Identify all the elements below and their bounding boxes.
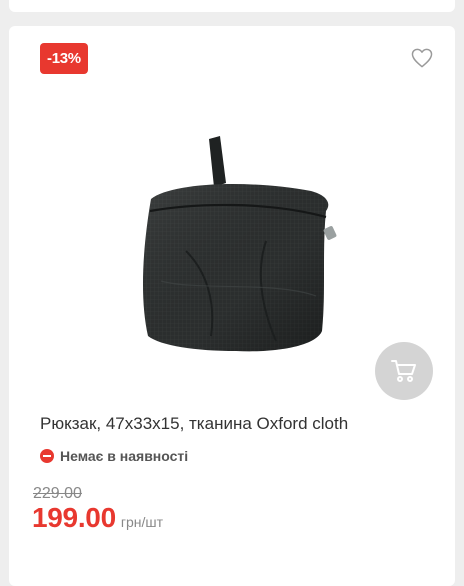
product-title[interactable]: Рюкзак, 47х33х15, тканина Oxford cloth — [40, 414, 348, 434]
stock-status-label: Немає в наявності — [60, 448, 189, 464]
stock-status: Немає в наявності — [40, 448, 188, 464]
price-row: 199.00 грн/шт — [32, 502, 163, 534]
price-unit: грн/шт — [120, 514, 164, 530]
old-price: 229.00 — [33, 485, 82, 502]
current-price: 199.00 — [32, 502, 116, 533]
heart-icon — [411, 48, 433, 68]
cart-icon — [391, 360, 416, 382]
previous-product-card — [9, 0, 455, 12]
product-card[interactable]: -13% Рюкзак, 47х33х15, тканина Oxford cl… — [9, 26, 455, 586]
add-to-cart-button[interactable] — [375, 342, 433, 400]
minus-circle-icon — [40, 449, 54, 463]
favorite-button[interactable] — [411, 48, 433, 68]
backpack-image — [142, 136, 337, 352]
product-image[interactable] — [126, 131, 340, 356]
discount-badge: -13% — [40, 43, 88, 74]
